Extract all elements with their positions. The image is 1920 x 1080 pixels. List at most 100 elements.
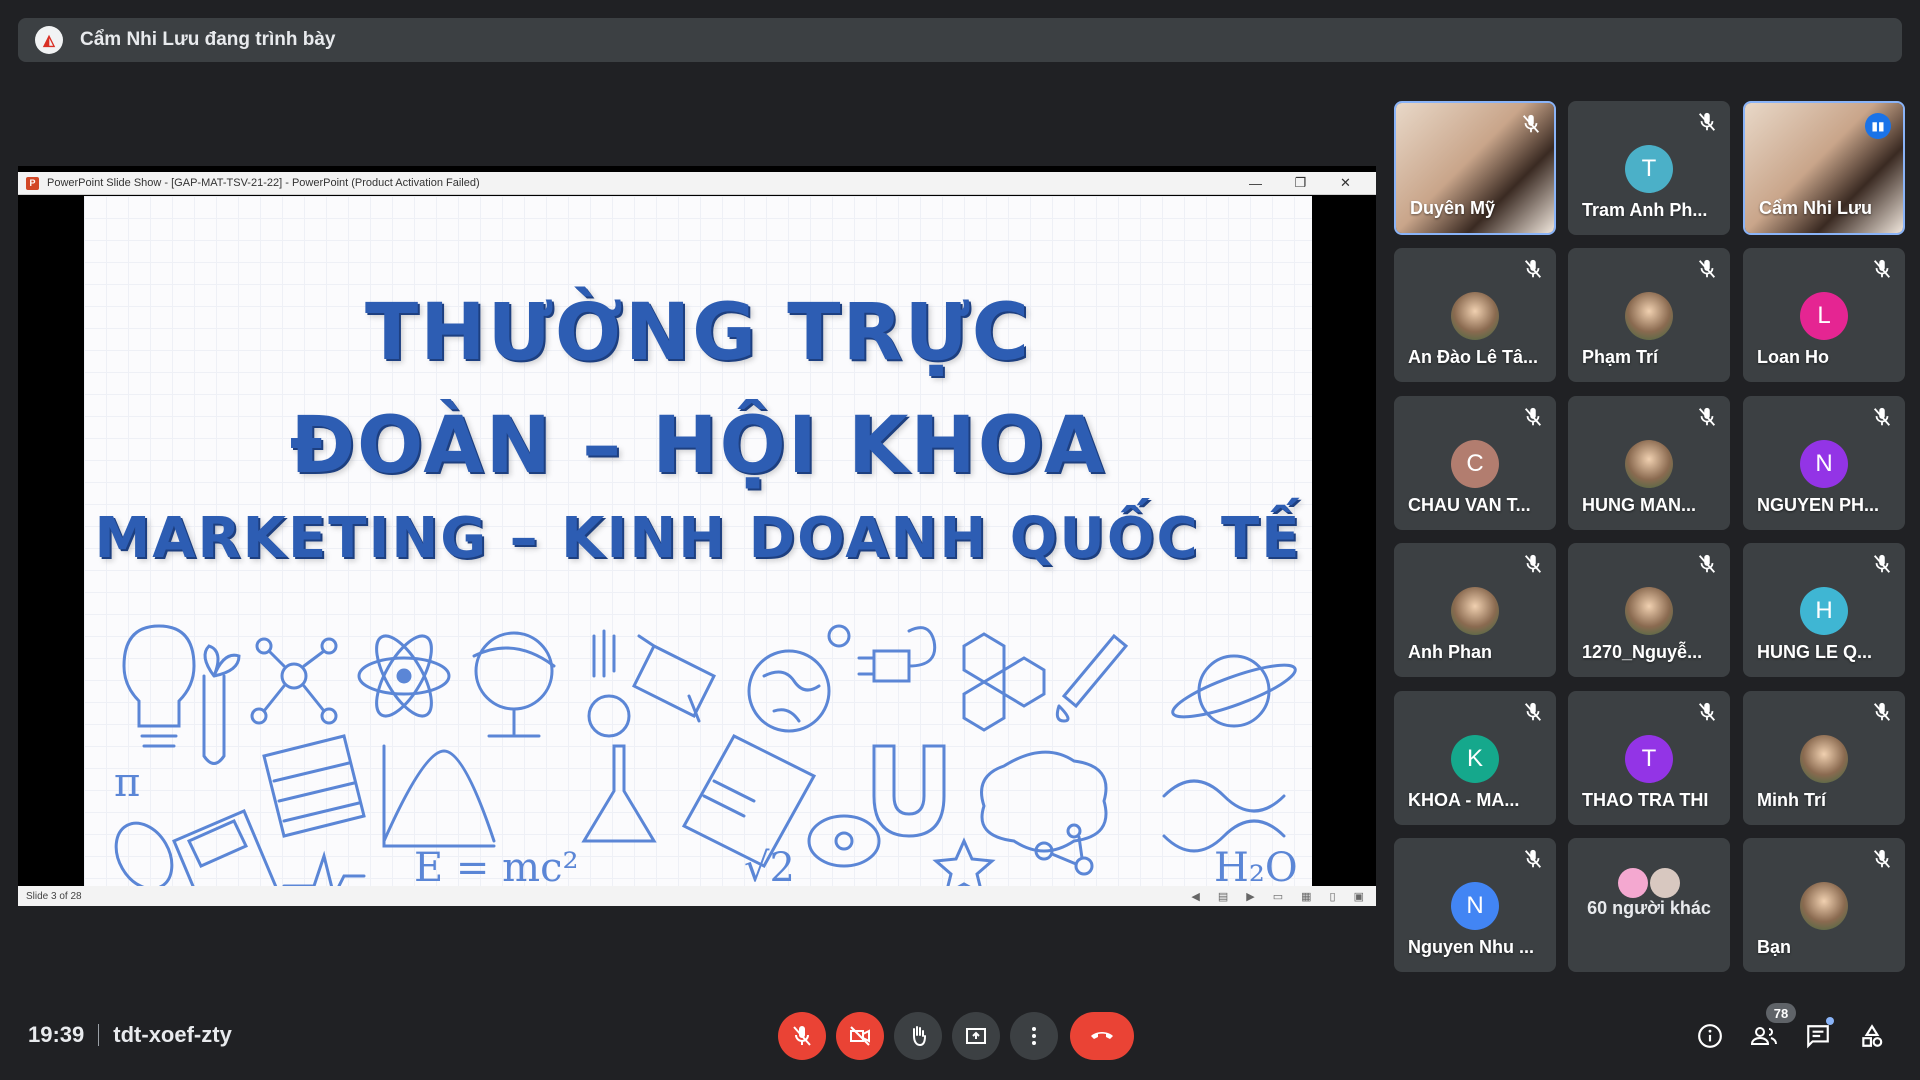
- meeting-code: tdt-xoef-zty: [113, 1022, 232, 1047]
- slide-title-line3: MARKETING – KINH DOANH QUỐC TẾ: [94, 506, 1302, 571]
- participant-name: 60 người khác: [1587, 898, 1711, 918]
- participant-name: Bạn: [1757, 937, 1792, 957]
- mic-off-icon: [1871, 406, 1893, 428]
- participant-tile[interactable]: HUNG MAN...: [1568, 395, 1730, 530]
- next-slide-icon[interactable]: ▶: [1246, 890, 1254, 903]
- mic-off-icon: [1696, 701, 1718, 723]
- mic-off-icon: [1522, 406, 1544, 428]
- chat-icon: [1807, 1025, 1829, 1049]
- reading-view-icon[interactable]: ▯: [1330, 890, 1336, 903]
- people-button[interactable]: [1748, 1020, 1780, 1052]
- participant-tile[interactable]: Bạn: [1743, 838, 1905, 972]
- participant-tile[interactable]: Minh Trí: [1743, 690, 1905, 825]
- avatar: [1625, 587, 1673, 636]
- shared-screen: P PowerPoint Slide Show - [GAP-MAT-TSV-2…: [18, 166, 1376, 906]
- avatar: N: [1451, 882, 1499, 930]
- participant-tile[interactable]: Anh Phan: [1394, 543, 1556, 678]
- mic-off-icon: [1522, 258, 1544, 280]
- mic-toggle-button[interactable]: [778, 1012, 826, 1060]
- participant-name: Minh Trí: [1757, 789, 1826, 810]
- mic-off-icon: [1520, 113, 1542, 135]
- participant-tile[interactable]: 60 người khác: [1568, 838, 1730, 972]
- mic-off-icon: [1871, 701, 1893, 723]
- participant-name: KHOA - MA...: [1408, 789, 1520, 810]
- participant-tile[interactable]: T Tram Anh Ph...: [1568, 101, 1730, 235]
- slide-counter: Slide 3 of 28: [26, 890, 82, 902]
- avatar: [1625, 292, 1673, 341]
- avatar: [1800, 734, 1848, 783]
- pi-text: π: [114, 760, 140, 806]
- participant-tile[interactable]: C CHAU VAN T...: [1394, 395, 1556, 530]
- mic-off-icon: [1871, 258, 1893, 280]
- normal-view-icon[interactable]: ▭: [1273, 890, 1283, 903]
- close-icon[interactable]: ✕: [1323, 175, 1368, 191]
- avatar: L: [1800, 292, 1848, 341]
- mic-off-icon: [1696, 111, 1718, 133]
- more-options-button[interactable]: [1010, 1012, 1058, 1060]
- end-call-button[interactable]: [1070, 1012, 1134, 1060]
- participant-tile[interactable]: ▮▮ Cẩm Nhi Lưu: [1743, 101, 1905, 235]
- participant-tile[interactable]: Duyên Mỹ: [1394, 101, 1556, 235]
- participant-tile[interactable]: N Nguyen Nhu ...: [1394, 838, 1556, 972]
- powerpoint-icon: P: [26, 176, 39, 190]
- participant-name: HUNG LE Q...: [1757, 642, 1873, 663]
- speaking-indicator-icon: ▮▮: [1865, 113, 1891, 139]
- participant-tile[interactable]: An Đào Lê Tâ...: [1394, 248, 1556, 383]
- presenter-text: Cẩm Nhi Lưu đang trình bày: [80, 29, 336, 50]
- participant-name: Tram Anh Ph...: [1582, 200, 1708, 220]
- people-icon: [1750, 1027, 1777, 1045]
- raise-hand-icon: [913, 1026, 926, 1047]
- present-icon: [966, 1028, 986, 1044]
- formula-text: E = mc²: [414, 845, 579, 886]
- mic-off-icon: [793, 1026, 811, 1046]
- participant-tile[interactable]: L Loan Ho: [1743, 248, 1905, 383]
- restore-icon[interactable]: ❐: [1278, 175, 1323, 191]
- ppt-statusbar: Slide 3 of 28 ◀ ▤ ▶ ▭ ▦ ▯ ▣: [18, 886, 1376, 906]
- participant-tile[interactable]: H HUNG LE Q...: [1743, 543, 1905, 678]
- water-text: H₂O: [1214, 845, 1298, 886]
- mic-off-icon: [1871, 848, 1893, 870]
- participant-name: THAO TRA THI: [1582, 789, 1709, 810]
- meeting-details-button[interactable]: [1694, 1020, 1726, 1052]
- participant-tile[interactable]: Phạm Trí: [1568, 248, 1730, 383]
- sorter-view-icon[interactable]: ▦: [1301, 890, 1311, 903]
- meeting-info: 19:39 tdt-xoef-zty: [28, 1022, 232, 1048]
- presenter-avatar: ◭: [35, 26, 63, 54]
- minimize-icon[interactable]: —: [1233, 176, 1278, 191]
- avatar: H: [1800, 587, 1848, 636]
- participant-tile[interactable]: 1270_Nguyễ...: [1568, 543, 1730, 678]
- participant-name: Cẩm Nhi Lưu: [1759, 198, 1873, 218]
- present-button[interactable]: [952, 1012, 1000, 1060]
- participant-tile[interactable]: N NGUYEN PH...: [1743, 395, 1905, 530]
- mic-off-icon: [1696, 258, 1718, 280]
- mic-off-icon: [1522, 553, 1544, 575]
- camera-toggle-button[interactable]: [836, 1012, 884, 1060]
- participant-name: HUNG MAN...: [1582, 494, 1696, 515]
- more-options-icon: [1032, 1027, 1036, 1045]
- avatar: [1618, 868, 1648, 898]
- avatar: [1451, 292, 1499, 341]
- avatar: C: [1451, 439, 1499, 488]
- ppt-titlebar: P PowerPoint Slide Show - [GAP-MAT-TSV-2…: [18, 172, 1376, 195]
- raise-hand-button[interactable]: [894, 1012, 942, 1060]
- mic-off-icon: [1522, 848, 1544, 870]
- slide-title-line1: THƯỜNG TRỰC: [365, 288, 1031, 378]
- mic-off-icon: [1696, 553, 1718, 575]
- participant-count-badge: 78: [1766, 1003, 1796, 1023]
- mic-off-icon: [1871, 553, 1893, 575]
- prev-slide-icon[interactable]: ◀: [1191, 890, 1199, 903]
- participant-name: An Đào Lê Tâ...: [1408, 347, 1539, 368]
- participant-name: 1270_Nguyễ...: [1582, 642, 1703, 663]
- presenter-bar: ◭ Cẩm Nhi Lưu đang trình bày: [18, 18, 1902, 62]
- slide-menu-icon[interactable]: ▤: [1218, 890, 1228, 903]
- participant-tile[interactable]: T THAO TRA THI: [1568, 690, 1730, 825]
- end-call-icon: [1091, 1032, 1113, 1039]
- avatar: T: [1625, 145, 1673, 193]
- slide: THƯỜNG TRỰC ĐOÀN – HỘI KHOA MARKETING – …: [84, 196, 1312, 886]
- science-doodles: E = mc² √2 H₂O π: [114, 624, 1298, 886]
- participant-tile[interactable]: K KHOA - MA...: [1394, 690, 1556, 825]
- clock: 19:39: [28, 1022, 85, 1047]
- participant-name: Loan Ho: [1757, 347, 1829, 368]
- slideshow-view-icon[interactable]: ▣: [1354, 890, 1364, 903]
- activities-button[interactable]: [1856, 1020, 1888, 1052]
